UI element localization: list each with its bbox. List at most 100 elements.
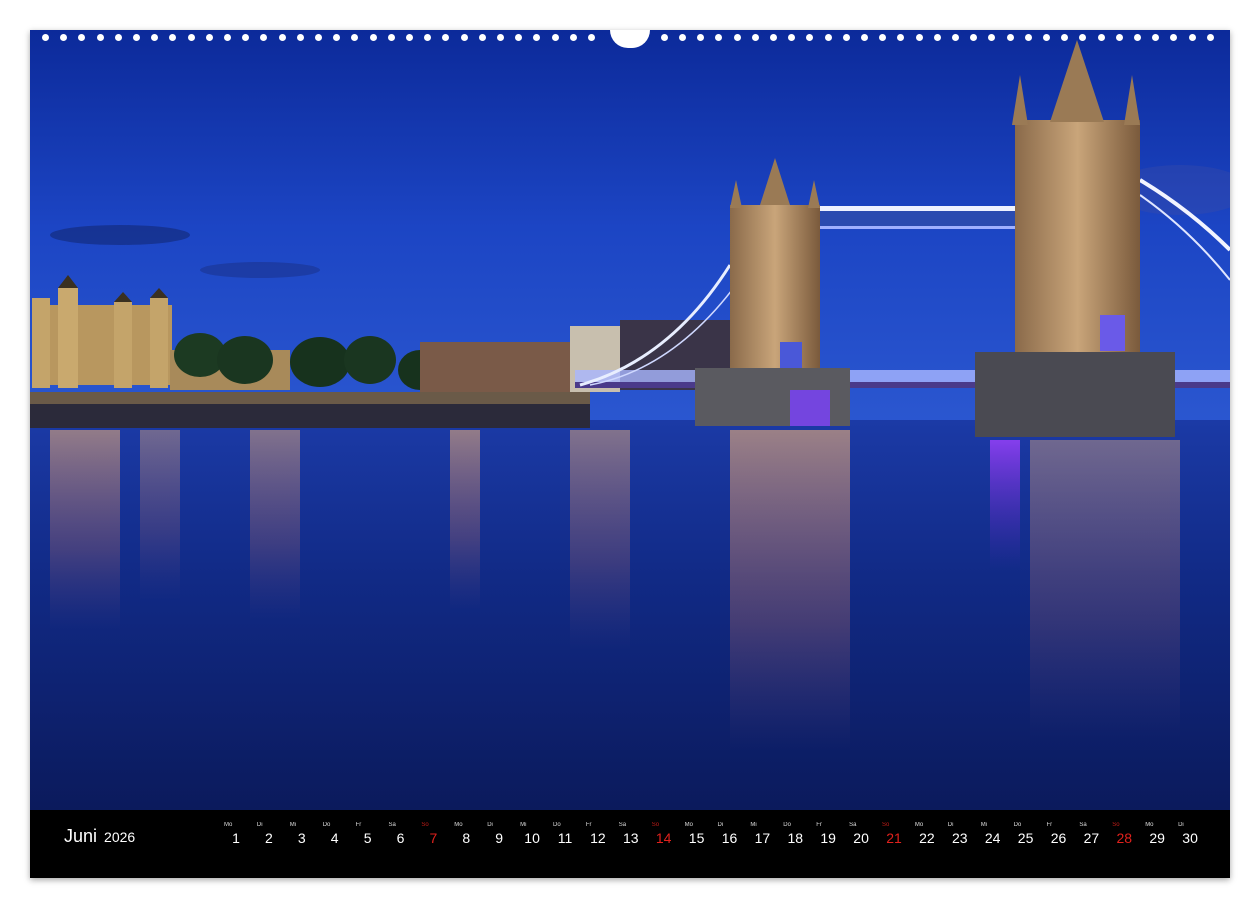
binding-hole <box>842 34 850 41</box>
day-of-week: Sa <box>388 822 396 828</box>
calendar-day: Di 2 <box>253 822 285 847</box>
day-of-week: Mo <box>454 822 463 828</box>
binding-hole <box>278 34 286 41</box>
binding-hole <box>806 34 814 41</box>
day-of-week: Di <box>947 822 954 828</box>
day-of-week: Di <box>1178 822 1184 828</box>
day-number: 1 <box>232 830 240 846</box>
calendar-day: Mo 8 <box>450 822 482 847</box>
calendar-day: Mo 22 <box>911 822 943 847</box>
calendar-day: So 7 <box>417 822 449 847</box>
day-number: 28 <box>1116 830 1133 846</box>
binding-hole <box>897 34 905 41</box>
binding-hole <box>442 34 450 41</box>
day-number: 3 <box>297 830 306 846</box>
day-of-week: Mo <box>914 822 924 828</box>
calendar-day: Mi 17 <box>746 822 778 847</box>
calendar-day: Mi 10 <box>516 822 548 847</box>
day-of-week: Fr <box>1046 822 1053 828</box>
binding-hole <box>114 34 122 41</box>
day-number: 10 <box>524 830 540 846</box>
day-of-week: Mo <box>1145 822 1154 828</box>
binding-hole <box>588 34 595 41</box>
binding-hole <box>770 34 777 41</box>
binding-hole <box>205 34 213 41</box>
day-number: 22 <box>919 830 935 846</box>
day-number: 4 <box>330 830 339 846</box>
binding-hole <box>824 34 832 41</box>
day-number: 13 <box>623 830 639 846</box>
calendar-strip: Juni 2026 Mo 1 Di 2 Mi 3 Do 4 Fr 5 Sa 6 So 7 Mo 8 Di 9 Mi 1… <box>30 810 1230 878</box>
day-number: 26 <box>1050 830 1067 846</box>
binding-hole <box>952 34 959 41</box>
binding-hole <box>1061 34 1069 41</box>
day-number: 19 <box>820 830 836 846</box>
binding-hole <box>1170 34 1178 41</box>
binding-hole <box>133 34 140 41</box>
binding-hole <box>569 34 577 41</box>
day-number: 11 <box>557 830 573 846</box>
binding-hole <box>1079 34 1087 41</box>
calendar-day: Mo 1 <box>220 822 252 847</box>
day-of-week: Do <box>783 822 791 828</box>
calendar-day: Mo 15 <box>681 822 713 847</box>
binding-hole <box>42 34 49 41</box>
day-of-week: Mo <box>684 822 693 828</box>
binding-hole <box>1043 34 1050 41</box>
binding-hole <box>478 34 486 41</box>
binding-hole <box>933 34 941 41</box>
binding-hole <box>387 34 395 41</box>
day-number: 8 <box>462 830 471 846</box>
day-of-week: Sa <box>849 822 857 828</box>
day-number: 29 <box>1149 830 1165 846</box>
day-number: 16 <box>721 830 738 846</box>
binding-hole <box>187 34 195 41</box>
binding-hole <box>1006 34 1014 41</box>
calendar-day: Fr 12 <box>582 822 614 847</box>
day-of-week: Fr <box>355 822 362 828</box>
day-number: 18 <box>787 830 804 846</box>
day-of-week: Mo <box>224 822 233 828</box>
day-of-week: Di <box>256 822 263 828</box>
binding-hole <box>988 34 996 41</box>
day-of-week: Do <box>322 822 331 828</box>
day-of-week: So <box>882 822 890 828</box>
day-number: 12 <box>590 830 606 846</box>
binding-hole <box>533 34 541 41</box>
calendar-day: Di 23 <box>944 822 976 847</box>
day-of-week: Di <box>717 822 724 828</box>
calendar-day: So 28 <box>1108 822 1140 847</box>
day-of-week: So <box>651 822 660 828</box>
calendar-day: Mi 24 <box>977 822 1009 847</box>
day-of-week: Fr <box>585 822 592 828</box>
binding-hole <box>915 34 923 41</box>
binding-hole <box>660 34 668 41</box>
day-number: 7 <box>429 830 438 846</box>
binding-hole <box>515 34 523 41</box>
binding-hole <box>715 34 723 41</box>
binding-hole <box>970 34 978 41</box>
binding-hole <box>60 34 68 41</box>
day-of-week: Mi <box>980 822 988 828</box>
calendar-day: Di 9 <box>483 822 515 847</box>
day-number: 14 <box>655 830 672 846</box>
calendar-day: Do 18 <box>779 822 811 847</box>
day-number: 9 <box>495 830 504 846</box>
calendar-day: Fr 19 <box>812 822 844 847</box>
calendar-day: Mo 29 <box>1141 822 1173 847</box>
binding-hole <box>697 34 705 41</box>
calendar-day: Fr 5 <box>352 822 384 847</box>
calendar-day: Fr 26 <box>1043 822 1075 847</box>
binding-hole <box>879 34 887 41</box>
binding-hole <box>497 34 504 41</box>
day-of-week: Sa <box>1079 822 1087 828</box>
binding-hole <box>1097 34 1105 41</box>
binding-hole <box>260 34 268 41</box>
binding-hole <box>861 34 868 41</box>
calendar-day: Di 16 <box>714 822 746 847</box>
calendar-day: So 21 <box>878 822 910 847</box>
binding-hole <box>424 34 432 41</box>
binding-hole <box>78 34 86 41</box>
calendar-day: Do 25 <box>1010 822 1042 847</box>
day-of-week: Di <box>487 822 493 828</box>
